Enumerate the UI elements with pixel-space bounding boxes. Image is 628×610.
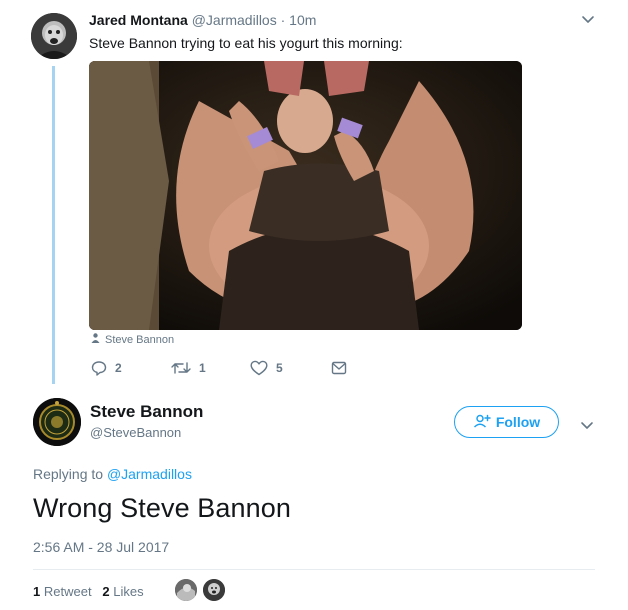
retweet-icon [171,360,191,376]
bannon-avatar[interactable] [33,398,81,446]
like-icon [250,360,268,376]
author-handle[interactable]: @SteveBannon [90,425,181,440]
separator: · [276,12,290,28]
reply-icon [91,360,107,376]
likes-count: 2 [102,584,110,599]
likes-stat[interactable]: 2 Likes [102,584,143,599]
tweet-photo[interactable] [89,61,522,330]
divider [33,569,595,570]
thread-line [52,66,55,384]
follow-label: Follow [495,414,541,430]
tweet-text: Steve Bannon trying to eat his yogurt th… [89,35,403,51]
dm-button[interactable] [331,360,347,376]
follow-add-icon [473,414,491,431]
photo-tag-label: Steve Bannon [105,333,175,346]
replying-prefix: Replying to [33,466,107,482]
likes-label: Likes [113,584,144,599]
retweet-count: 1 [33,584,41,599]
retweet-button[interactable]: 1 [171,360,206,376]
liker-avatar[interactable] [203,579,225,601]
chevron-down-icon[interactable] [578,416,596,434]
tweet-stats: 1 Retweet 2 Likes [33,584,144,599]
retweets-stat[interactable]: 1 Retweet [33,584,92,599]
chevron-down-icon[interactable] [579,10,597,28]
reply-button[interactable]: 2 [91,360,122,376]
author-name[interactable]: Steve Bannon [90,402,203,422]
photo-tag[interactable]: Steve Bannon [91,333,174,346]
follow-button[interactable]: Follow [454,406,559,438]
person-tag-icon [91,333,100,346]
tweet-author-line: Jared Montana @Jarmadillos · 10m [89,12,316,28]
replying-to: Replying to @Jarmadillos [33,466,192,482]
liker-avatar[interactable] [175,579,197,601]
jared-avatar[interactable] [31,13,77,59]
author-handle[interactable]: @Jarmadillos [192,12,277,28]
tweet-text: Wrong Steve Bannon [33,493,291,523]
like-button[interactable]: 5 [250,360,283,376]
tweet-timestamp[interactable]: 2:56 AM - 28 Jul 2017 [33,539,169,555]
tweet-time[interactable]: 10m [289,12,316,28]
retweet-count: 1 [199,361,206,375]
replying-handle-link[interactable]: @Jarmadillos [107,466,192,482]
author-name[interactable]: Jared Montana [89,12,188,28]
reply-count: 2 [115,361,122,375]
dm-icon [331,360,347,376]
retweet-label: Retweet [43,584,92,599]
like-count: 5 [276,361,283,375]
